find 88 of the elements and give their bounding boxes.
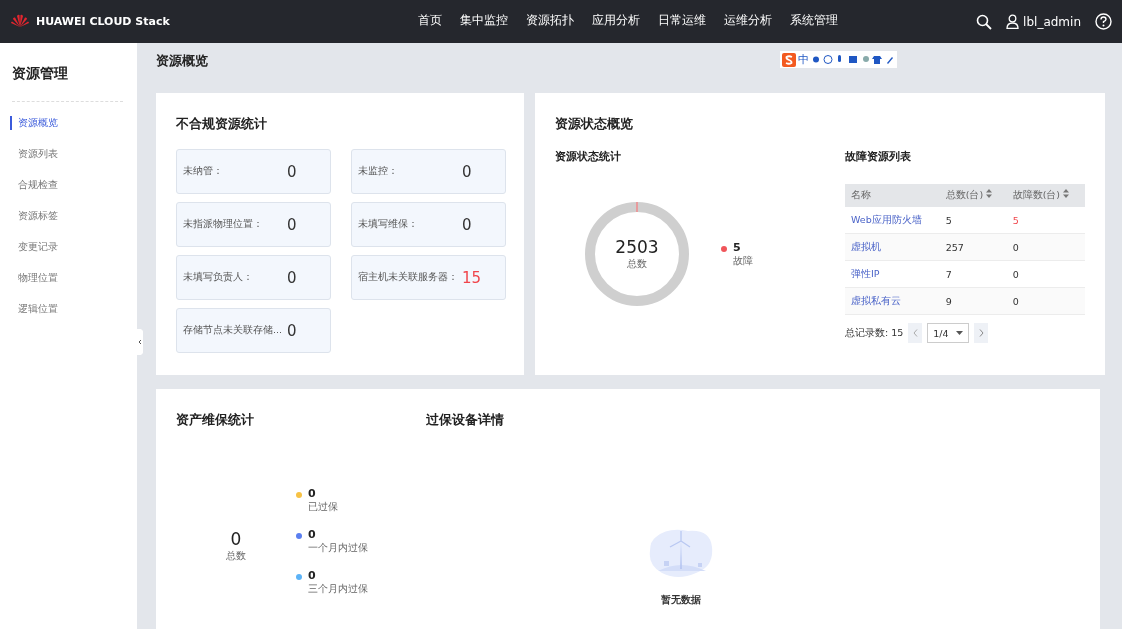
stat-value: 0 xyxy=(287,268,297,287)
user-menu[interactable]: lbl_admin xyxy=(1006,14,1081,29)
ime-logo-icon xyxy=(782,52,796,67)
sort-icon xyxy=(1063,189,1070,198)
stat-tile[interactable]: 存储节点未关联存储... 0 xyxy=(176,308,331,353)
resource-link[interactable]: Web应用防火墙 xyxy=(851,213,922,225)
column-header[interactable]: 总数(台) xyxy=(939,184,1007,207)
stat-label: 未填写负责人： xyxy=(183,271,254,284)
help-icon[interactable] xyxy=(1095,13,1112,30)
nav-tab[interactable]: 应用分析 xyxy=(591,0,640,43)
ime-toolbar[interactable]: 中 xyxy=(780,51,897,68)
legend-value: 0 xyxy=(308,486,317,500)
ime-mode-label[interactable]: 中 xyxy=(798,52,809,67)
wind-turbine-drawing xyxy=(648,527,714,579)
sidebar-item[interactable]: 变更记录 xyxy=(10,240,137,254)
sidebar-item[interactable]: 物理位置 xyxy=(10,271,137,285)
card-title: 资源状态概览 xyxy=(555,115,634,133)
table-cell: 0 xyxy=(1006,260,1085,288)
legend-value: 0 xyxy=(308,568,317,582)
total-records: 总记录数: 15 xyxy=(845,326,904,340)
table-cell: 0 xyxy=(1006,233,1085,261)
nav-tab[interactable]: 资源拓扑 xyxy=(525,0,574,43)
total-label: 总数 xyxy=(226,549,246,563)
sidebar-item[interactable]: 资源概览 xyxy=(10,116,137,130)
card-title: 不合规资源统计 xyxy=(176,115,268,133)
nav-tab[interactable]: 集中监控 xyxy=(459,0,508,43)
stat-label: 未指派物理位置： xyxy=(183,218,264,231)
search-icon[interactable] xyxy=(976,13,993,30)
section-title: 资源状态统计 xyxy=(555,149,622,164)
nav-tab[interactable]: 运维分析 xyxy=(723,0,772,43)
stat-label: 宿主机未关联服务器： xyxy=(358,271,458,284)
table-cell: 7 xyxy=(939,260,1007,288)
page-title: 资源概览 xyxy=(156,52,208,70)
stat-label: 未填写维保： xyxy=(358,218,419,231)
resource-link[interactable]: 弹性IP xyxy=(851,267,880,279)
caret-icon xyxy=(956,331,964,335)
stat-tile[interactable]: 未监控： 0 xyxy=(351,149,506,194)
stat-label: 存储节点未关联存储... xyxy=(183,324,283,337)
table-cell: 5 xyxy=(939,207,1007,234)
total-label: 总数 xyxy=(627,257,647,271)
stat-value: 0 xyxy=(462,215,472,234)
resource-link[interactable]: 虚拟机 xyxy=(851,240,881,252)
stat-value: 0 xyxy=(462,162,472,181)
column-header: 名称 xyxy=(845,184,940,207)
sidebar-item[interactable]: 合规检查 xyxy=(10,178,137,192)
table-cell: 9 xyxy=(939,287,1007,315)
stat-tile[interactable]: 宿主机未关联服务器： 15 xyxy=(351,255,506,300)
sidebar-item[interactable]: 资源标签 xyxy=(10,209,137,223)
empty-message: 暂无数据 xyxy=(661,593,701,607)
page-select[interactable]: 1/4 xyxy=(927,323,970,343)
total-value: 0 xyxy=(230,529,242,549)
chevron-left-icon xyxy=(912,329,918,337)
sidebar-item[interactable]: 逻辑位置 xyxy=(10,302,137,316)
legend-label: 三个月内过保 xyxy=(308,582,368,594)
legend-label: 已过保 xyxy=(308,500,338,512)
stat-tile[interactable]: 未填写负责人： 0 xyxy=(176,255,331,300)
column-header[interactable]: 故障数(台) xyxy=(1006,184,1085,207)
legend-value: 5 xyxy=(733,240,742,254)
legend-label: 故障 xyxy=(733,254,753,266)
nav-tab[interactable]: 首页 xyxy=(417,0,442,43)
stat-label: 未监控： xyxy=(358,165,399,178)
stat-value: 0 xyxy=(287,321,297,340)
chevron-right-icon xyxy=(978,329,984,337)
user-icon xyxy=(1006,14,1020,29)
table-cell: 5 xyxy=(1006,207,1085,234)
section-title: 故障资源列表 xyxy=(845,149,912,164)
stat-value: 0 xyxy=(287,162,297,181)
stat-value: 0 xyxy=(287,215,297,234)
ime-tool-icons[interactable] xyxy=(811,54,895,65)
card-title: 过保设备详情 xyxy=(426,411,505,429)
table-cell: 0 xyxy=(1006,287,1085,315)
stat-label: 未纳管： xyxy=(183,165,224,178)
total-value: 2503 xyxy=(615,237,659,257)
stat-tile[interactable]: 未纳管： 0 xyxy=(176,149,331,194)
sidebar-title: 资源管理 xyxy=(11,64,69,83)
stat-tile[interactable]: 未指派物理位置： 0 xyxy=(176,202,331,247)
nav-tab[interactable]: 系统管理 xyxy=(789,0,838,43)
stat-tile[interactable]: 未填写维保： 0 xyxy=(351,202,506,247)
sidebar-item[interactable]: 资源列表 xyxy=(10,147,137,161)
card-title: 资产维保统计 xyxy=(176,411,255,429)
brand-name: HUAWEI CLOUD Stack xyxy=(36,15,170,28)
legend-label: 一个月内过保 xyxy=(308,541,368,553)
sort-icon xyxy=(986,189,993,198)
collapse-handle[interactable] xyxy=(137,329,143,355)
table-cell: 257 xyxy=(939,233,1007,261)
legend-value: 0 xyxy=(308,527,317,541)
nav-tab[interactable]: 日常运维 xyxy=(657,0,706,43)
stat-value: 15 xyxy=(462,268,482,287)
